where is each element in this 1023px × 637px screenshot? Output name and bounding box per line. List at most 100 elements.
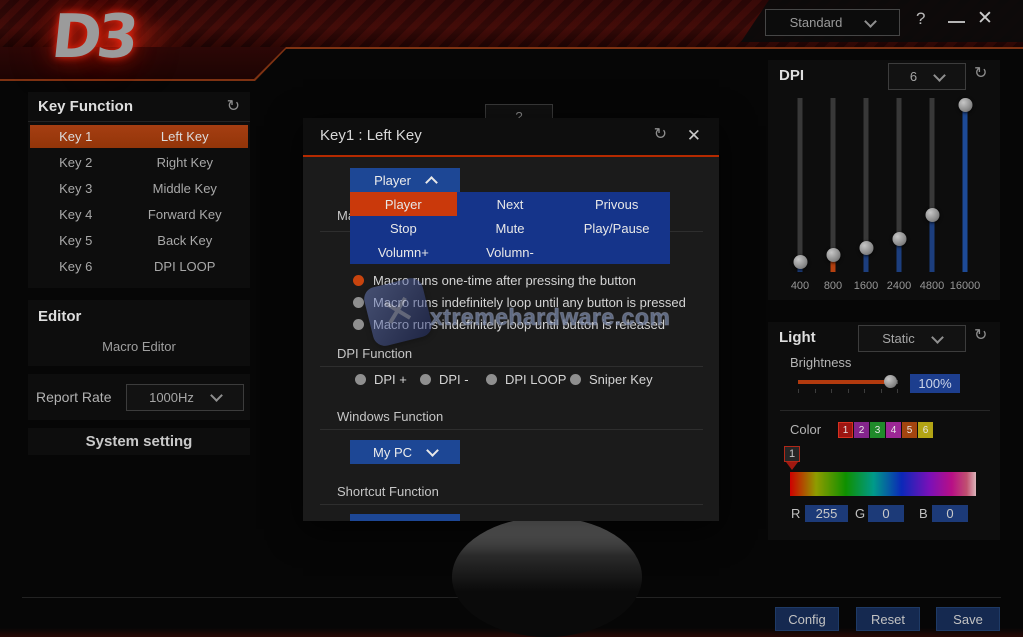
macro-option-one-time[interactable]: Macro runs one-time after pressing the b… [353, 273, 636, 288]
slider-track[interactable] [963, 98, 968, 272]
refresh-icon[interactable]: ↻ [974, 328, 987, 344]
slider-track[interactable] [831, 98, 836, 272]
color-swatch-2[interactable]: 2 [854, 422, 869, 438]
macro-option-loop-any-button[interactable]: Macro runs indefinitely loop until any b… [353, 295, 686, 310]
key-row-3[interactable]: Key 3 Middle Key [30, 177, 248, 200]
dpi-slider-400[interactable]: 400 [783, 98, 817, 312]
slider-track[interactable] [798, 98, 803, 272]
menu-item-volumn-minus[interactable]: Volumn- [457, 240, 564, 264]
editor-title: Editor [38, 308, 81, 325]
b-value-field[interactable]: 0 [932, 505, 968, 522]
dpi-title: DPI [779, 67, 804, 84]
light-panel: Light Static ↻ Brightness 100% Color 1 2… [768, 322, 1000, 540]
dpi-slider-1600[interactable]: 1600 [849, 98, 883, 312]
key-row-5[interactable]: Key 5 Back Key [30, 229, 248, 252]
profile-dropdown[interactable]: Standard [765, 9, 900, 36]
windows-dropdown-value: My PC [373, 445, 412, 460]
light-mode-dropdown[interactable]: Static [858, 325, 966, 352]
report-rate-dropdown[interactable]: 1000Hz [126, 384, 244, 411]
help-button[interactable]: ? [916, 9, 925, 29]
slider-track[interactable] [864, 98, 869, 272]
system-setting-panel[interactable]: System setting [28, 428, 250, 455]
key-assignment: Right Key [122, 155, 248, 170]
slider-thumb[interactable] [892, 232, 906, 246]
menu-item-mute[interactable]: Mute [457, 216, 564, 240]
brightness-label: Brightness [790, 355, 851, 370]
refresh-icon[interactable]: ↻ [974, 66, 987, 82]
slider-thumb[interactable] [958, 98, 972, 112]
b-label: B [919, 506, 928, 521]
slider-track[interactable] [930, 98, 935, 272]
slider-fill [897, 239, 902, 272]
dpi-stage-dropdown[interactable]: 6 [888, 63, 966, 90]
color-swatch-1[interactable]: 1 [838, 422, 853, 438]
dpi-plus-option[interactable]: DPI + [355, 372, 407, 387]
hue-gradient-bar[interactable] [790, 472, 976, 496]
macro-option-loop-released[interactable]: Macro runs indefinitely loop until butto… [353, 317, 665, 332]
config-button[interactable]: Config [775, 607, 839, 631]
dpi-minus-option[interactable]: DPI - [420, 372, 469, 387]
dpi-loop-option[interactable]: DPI LOOP [486, 372, 566, 387]
report-rate-panel: Report Rate 1000Hz [28, 374, 250, 420]
chevron-down-icon [865, 15, 878, 28]
radio-selected-icon[interactable] [353, 275, 364, 286]
section-divider [320, 366, 703, 367]
dpi-slider-2400[interactable]: 2400 [882, 98, 916, 312]
g-value-field[interactable]: 0 [868, 505, 904, 522]
slider-thumb[interactable] [925, 208, 939, 222]
sniper-key-option[interactable]: Sniper Key [570, 372, 653, 387]
color-swatch-5[interactable]: 5 [902, 422, 917, 438]
key-row-4[interactable]: Key 4 Forward Key [30, 203, 248, 226]
refresh-icon[interactable]: ↻ [654, 127, 667, 143]
radio-icon[interactable] [570, 374, 581, 385]
key-row-6[interactable]: Key 6 DPI LOOP [30, 255, 248, 278]
key-row-1[interactable]: Key 1 Left Key [30, 125, 248, 148]
dialog-close-icon[interactable]: ✕ [687, 126, 701, 146]
dpi-slider-16000[interactable]: 16000 [948, 98, 982, 312]
color-swatch-6[interactable]: 6 [918, 422, 933, 438]
save-button[interactable]: Save [936, 607, 1000, 631]
key-row-2[interactable]: Key 2 Right Key [30, 151, 248, 174]
brightness-thumb[interactable] [884, 375, 897, 388]
macro-editor-item[interactable]: Macro Editor [28, 339, 250, 354]
hue-marker[interactable]: 1 [784, 446, 800, 462]
r-value-field[interactable]: 255 [805, 505, 848, 522]
slider-label: 1600 [849, 280, 883, 292]
slider-fill [930, 215, 935, 272]
menu-item-next[interactable]: Next [457, 192, 564, 216]
menu-item-stop[interactable]: Stop [350, 216, 457, 240]
radio-icon[interactable] [355, 374, 366, 385]
brightness-slider[interactable] [798, 380, 898, 384]
radio-icon[interactable] [420, 374, 431, 385]
radio-icon[interactable] [353, 319, 364, 330]
menu-item-volumn-plus[interactable]: Volumn+ [350, 240, 457, 264]
key-label: Key 2 [30, 155, 122, 170]
menu-item-play-pause[interactable]: Play/Pause [563, 216, 670, 240]
radio-icon[interactable] [353, 297, 364, 308]
dpi-slider-4800[interactable]: 4800 [915, 98, 949, 312]
slider-thumb[interactable] [826, 248, 840, 262]
slider-thumb[interactable] [793, 255, 807, 269]
dpi-stage-value: 6 [910, 69, 917, 84]
menu-item-player[interactable]: Player [350, 192, 457, 216]
close-button[interactable]: ✕ [977, 7, 993, 30]
radio-icon[interactable] [486, 374, 497, 385]
minimize-button[interactable] [948, 21, 965, 23]
player-function-dropdown[interactable]: Player [350, 168, 460, 192]
radio-label: DPI + [374, 372, 407, 387]
slider-thumb[interactable] [859, 241, 873, 255]
color-swatch-3[interactable]: 3 [870, 422, 885, 438]
color-swatch-4[interactable]: 4 [886, 422, 901, 438]
menu-item-empty [563, 240, 670, 264]
dpi-slider-800[interactable]: 800 [816, 98, 850, 312]
radio-label: Macro runs one-time after pressing the b… [373, 273, 636, 288]
key-function-title: Key Function [38, 98, 133, 115]
slider-track[interactable] [897, 98, 902, 272]
refresh-icon[interactable]: ↻ [227, 99, 240, 115]
windows-function-dropdown[interactable]: My PC [350, 440, 460, 464]
chevron-down-icon [931, 331, 944, 344]
light-divider [780, 410, 990, 411]
menu-item-privous[interactable]: Privous [563, 192, 670, 216]
reset-button[interactable]: Reset [856, 607, 920, 631]
slider-fill [963, 105, 968, 272]
